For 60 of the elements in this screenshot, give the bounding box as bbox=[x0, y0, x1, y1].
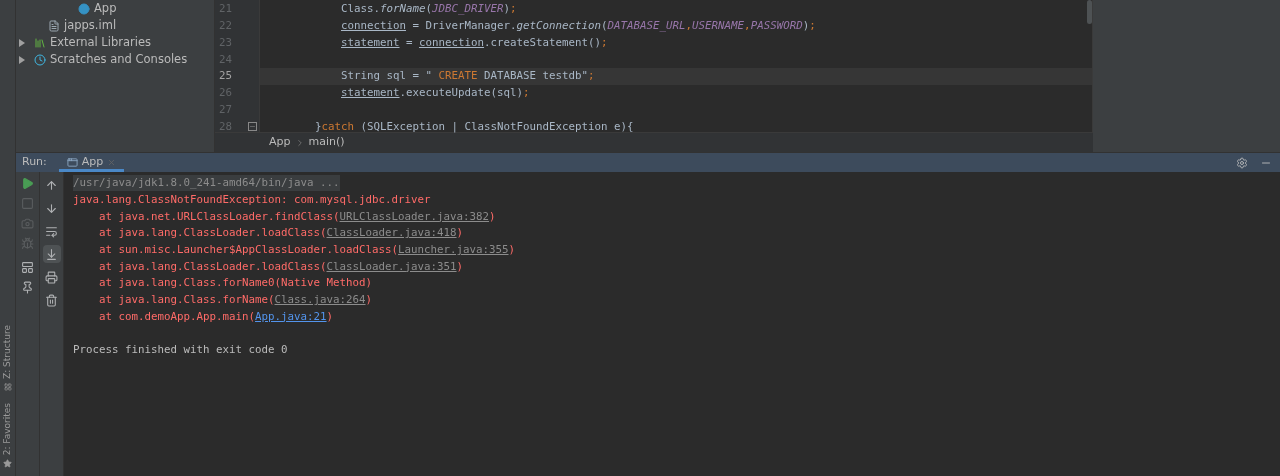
pin-icon[interactable] bbox=[21, 281, 34, 294]
scrollbar-thumb[interactable] bbox=[1087, 0, 1092, 24]
tree-item[interactable]: App bbox=[16, 0, 214, 17]
layout-icon[interactable] bbox=[21, 261, 34, 274]
source-link[interactable]: URLClassLoader.java:382 bbox=[339, 208, 490, 225]
tree-item[interactable]: japps.iml bbox=[16, 17, 214, 34]
scratch-icon bbox=[34, 53, 46, 66]
console-text: at java.lang.ClassLoader.loadClass( bbox=[99, 258, 327, 275]
code-line: statement = connection.createStatement(); bbox=[341, 34, 608, 51]
console-text: ) bbox=[489, 208, 496, 225]
console-text: at java.lang.ClassLoader.loadClass( bbox=[99, 225, 327, 242]
class-icon bbox=[78, 2, 90, 15]
print-icon bbox=[45, 270, 58, 284]
console-text: ) bbox=[456, 258, 464, 275]
collapsed-arrow-icon[interactable] bbox=[18, 38, 26, 47]
trash-icon bbox=[45, 293, 58, 307]
file-icon bbox=[48, 19, 60, 32]
breadcrumb[interactable]: App bbox=[269, 134, 291, 151]
star-icon bbox=[3, 459, 12, 468]
scroll-to-end-toggle[interactable] bbox=[42, 245, 61, 263]
source-link[interactable]: App.java:21 bbox=[255, 308, 327, 325]
code-line: connection = DriverManager.getConnection(DATABASE_URL,USERNAME,PASSWORD); bbox=[341, 18, 816, 35]
source-link[interactable]: ClassLoader.java:351 bbox=[326, 258, 457, 275]
print-toggle[interactable] bbox=[42, 268, 61, 286]
down-arrow-icon bbox=[45, 201, 58, 215]
console-text: ) bbox=[365, 292, 373, 309]
library-icon bbox=[34, 36, 46, 49]
code-line: String sql = " CREATE DATABASE testdb"; bbox=[341, 68, 595, 85]
console-text: at java.net.URLClassLoader.findClass( bbox=[99, 208, 340, 225]
console-text: ) bbox=[508, 242, 516, 258]
run-label: Run: bbox=[21, 154, 48, 171]
console-icon bbox=[66, 157, 78, 168]
up-arrow-icon bbox=[45, 178, 58, 192]
source-link[interactable]: Launcher.java:355 bbox=[398, 242, 509, 259]
side-tab[interactable]: Z: Structure bbox=[0, 324, 15, 391]
console-text: at java.lang.Class.forName0(Native Method) bbox=[99, 275, 372, 292]
settings-icon[interactable] bbox=[1236, 156, 1248, 169]
console-text: ) bbox=[326, 308, 334, 325]
code-line: }catch (SQLException | ClassNotFoundException e){ bbox=[315, 118, 634, 135]
console-text: java.lang.ClassNotFoundException: com.mysql.jdbc.driver bbox=[73, 191, 431, 208]
console-text: at sun.misc.Launcher$AppClassLoader.loadClass( bbox=[99, 242, 398, 258]
scroll-to-end-icon bbox=[45, 247, 58, 261]
wrap-icon bbox=[45, 224, 58, 238]
fold-marker[interactable] bbox=[248, 122, 257, 132]
console-text: Process finished with exit code 0 bbox=[73, 342, 288, 359]
tree-item[interactable]: External Libraries bbox=[16, 34, 214, 51]
side-tab[interactable]: 2: Favorites bbox=[0, 402, 15, 468]
run-icon[interactable] bbox=[21, 177, 34, 190]
line-number: 25 bbox=[219, 68, 232, 85]
source-link[interactable]: Class.java:264 bbox=[274, 292, 366, 309]
console-text: at com.demoApp.App.main( bbox=[99, 308, 255, 325]
code-line: statement.executeUpdate(sql); bbox=[341, 85, 530, 102]
code-line: Class.forName(JDBC_DRIVER); bbox=[341, 1, 517, 18]
collapsed-arrow-icon[interactable] bbox=[18, 55, 26, 64]
console-text: at java.lang.Class.forName( bbox=[99, 292, 275, 309]
breadcrumb[interactable]: main() bbox=[308, 134, 345, 151]
console-text: /usr/java/jdk1.8.0_241-amd64/bin/java ... bbox=[73, 175, 340, 192]
tree-item[interactable]: Scratches and Consoles bbox=[16, 51, 214, 68]
source-link[interactable]: ClassLoader.java:418 bbox=[326, 225, 457, 242]
console-text: ) bbox=[456, 225, 464, 242]
